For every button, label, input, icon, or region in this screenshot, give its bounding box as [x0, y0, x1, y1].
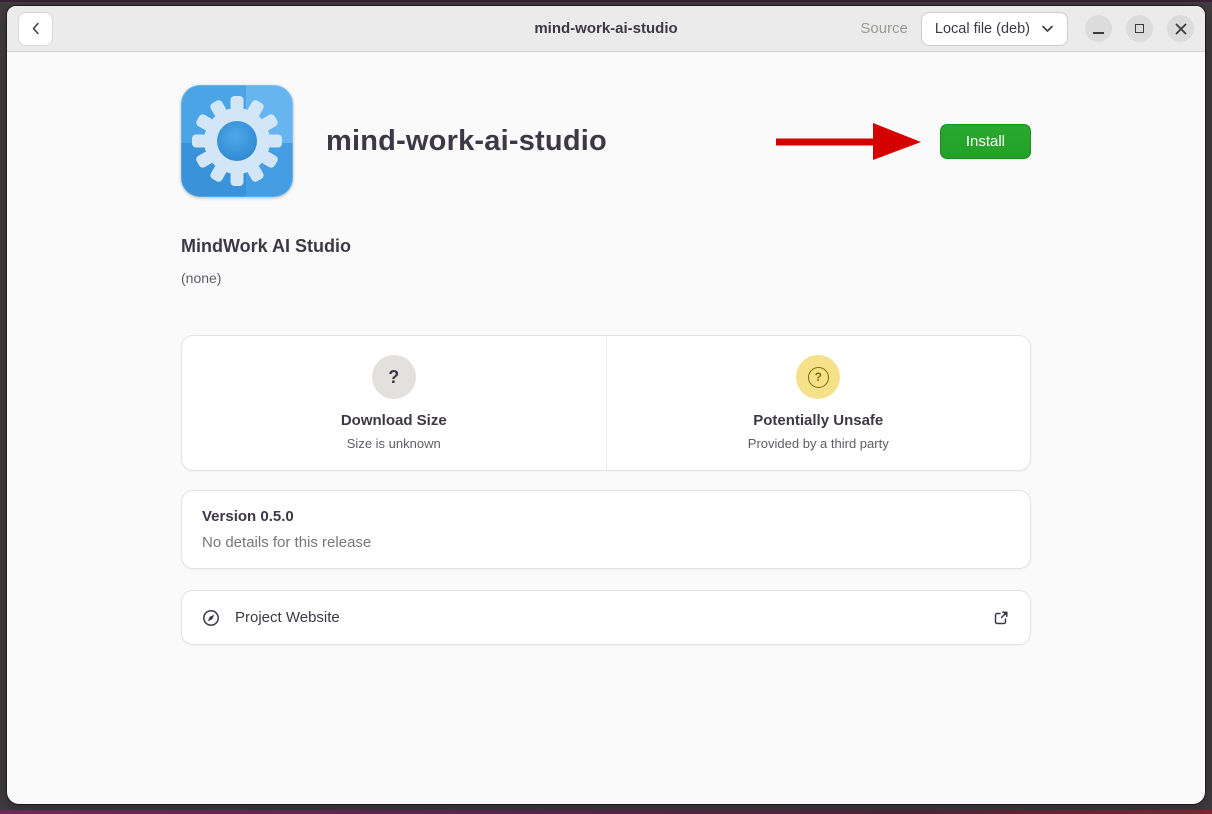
red-arrow-annotation [775, 119, 927, 163]
compass-icon [202, 609, 220, 627]
install-button[interactable]: Install [940, 124, 1031, 159]
minimize-icon [1093, 32, 1104, 34]
version-subtitle: No details for this release [202, 534, 1010, 551]
back-button[interactable] [18, 12, 53, 46]
maximize-button[interactable] [1126, 15, 1153, 42]
app-header-row: mind-work-ai-studio Install [181, 85, 1031, 197]
question-mark-icon: ? [372, 355, 416, 399]
project-website-row[interactable]: Project Website [181, 590, 1031, 645]
close-button[interactable] [1167, 15, 1194, 42]
source-dropdown[interactable]: Local file (deb) [921, 12, 1068, 46]
tile-title: Download Size [341, 412, 447, 429]
window-controls [1085, 15, 1194, 42]
tile-title: Potentially Unsafe [753, 412, 883, 429]
potentially-unsafe-tile: ? Potentially Unsafe Provided by a third… [606, 336, 1031, 470]
close-icon [1175, 23, 1187, 35]
maximize-icon [1135, 24, 1144, 33]
circled-question-icon: ? [796, 355, 840, 399]
app-window: mind-work-ai-studio Source Local file (d… [7, 6, 1205, 804]
context-tiles-card: ? Download Size Size is unknown ? Potent… [181, 335, 1031, 471]
chevron-down-icon [1030, 24, 1054, 33]
app-title: mind-work-ai-studio [326, 125, 607, 158]
chevron-left-icon [29, 21, 43, 36]
app-details-page: mind-work-ai-studio Install MindWork AI … [181, 85, 1031, 645]
download-size-tile: ? Download Size Size is unknown [182, 336, 606, 470]
headerbar: mind-work-ai-studio Source Local file (d… [7, 6, 1205, 52]
tile-subtitle: Provided by a third party [748, 436, 889, 451]
desktop-edge-bottom [0, 810, 1212, 814]
app-developer: (none) [181, 270, 1031, 286]
version-card: Version 0.5.0 No details for this releas… [181, 490, 1031, 569]
app-display-name: MindWork AI Studio [181, 236, 1031, 257]
version-title: Version 0.5.0 [202, 508, 1010, 525]
minimize-button[interactable] [1085, 15, 1112, 42]
source-dropdown-value: Local file (deb) [935, 21, 1030, 37]
tile-subtitle: Size is unknown [347, 436, 441, 451]
project-website-label: Project Website [235, 609, 340, 626]
source-label: Source [860, 20, 908, 37]
desktop-edge-top [0, 0, 1212, 2]
gear-app-icon [181, 85, 293, 197]
external-link-icon [992, 609, 1010, 627]
